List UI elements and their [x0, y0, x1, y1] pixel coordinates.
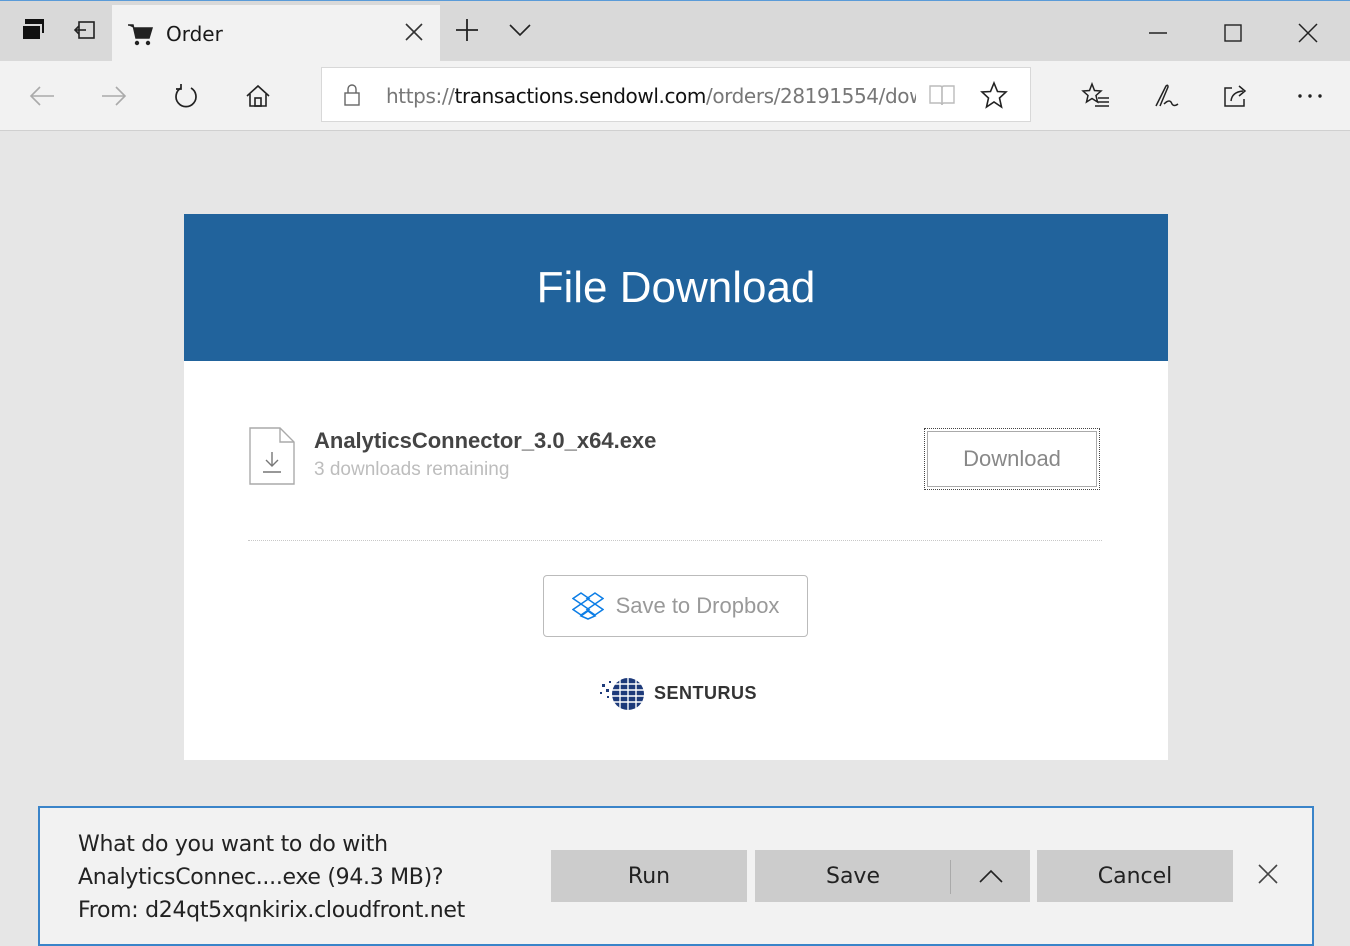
chevron-down-icon[interactable] [505, 15, 535, 45]
minimize-icon[interactable] [1136, 15, 1180, 51]
new-tab-icon[interactable] [452, 15, 482, 45]
save-options-button[interactable] [951, 850, 1030, 902]
maximize-icon[interactable] [1211, 15, 1255, 51]
url-text: https://transactions.sendowl.com/orders/… [386, 84, 916, 108]
dropbox-label: Save to Dropbox [615, 593, 780, 618]
more-options-icon[interactable] [1292, 78, 1328, 114]
chevron-up-icon [978, 869, 1003, 883]
navigation-bar: https://transactions.sendowl.com/orders/… [0, 61, 1350, 131]
senturus-logo: SENTURUS [598, 674, 757, 712]
refresh-icon[interactable] [168, 78, 204, 114]
download-card: File Download AnalyticsConnector_3.0_x64… [184, 214, 1168, 760]
favorite-star-icon[interactable] [980, 80, 1008, 114]
file-download-icon [248, 426, 296, 491]
forward-icon[interactable] [96, 78, 132, 114]
save-button[interactable]: Save [755, 850, 951, 902]
cart-icon [126, 21, 154, 52]
close-icon[interactable] [1256, 862, 1280, 891]
download-message-line2: AnalyticsConnec....exe (94.3 MB)? [78, 865, 444, 890]
tab-preview-icon[interactable] [18, 15, 48, 45]
downloads-remaining: 3 downloads remaining [314, 459, 510, 480]
tab-title: Order [166, 22, 223, 46]
download-button[interactable]: Download [924, 428, 1100, 490]
home-icon[interactable] [240, 78, 276, 114]
tab-order[interactable]: Order [112, 5, 440, 62]
favorites-hub-icon[interactable] [1078, 78, 1114, 114]
tab-bar: Order [0, 0, 1350, 62]
close-tab-icon[interactable] [402, 20, 426, 49]
download-message-line1: What do you want to do with [78, 832, 388, 857]
set-tabs-aside-icon[interactable] [70, 15, 100, 45]
share-icon[interactable] [1218, 78, 1254, 114]
back-icon[interactable] [24, 78, 60, 114]
run-button[interactable]: Run [551, 850, 747, 902]
web-note-pen-icon[interactable] [1148, 78, 1184, 114]
divider [248, 540, 1102, 541]
address-bar[interactable]: https://transactions.sendowl.com/orders/… [321, 67, 1031, 122]
reading-view-icon[interactable] [928, 83, 956, 112]
download-message-line3: From: d24qt5xqnkirix.cloudfront.net [78, 898, 465, 923]
download-notification-bar: What do you want to do with AnalyticsCon… [38, 806, 1314, 946]
download-message: What do you want to do with AnalyticsCon… [78, 828, 465, 927]
lock-icon [342, 83, 362, 112]
save-to-dropbox-button[interactable]: Save to Dropbox [543, 575, 808, 637]
file-name: AnalyticsConnector_3.0_x64.exe [314, 428, 657, 453]
window-close-icon[interactable] [1286, 15, 1330, 51]
button-separator [950, 860, 951, 894]
dropbox-icon [571, 592, 604, 620]
cancel-button[interactable]: Cancel [1037, 850, 1233, 902]
logo-text: SENTURUS [654, 682, 758, 703]
globe-logo-icon [600, 678, 644, 710]
page-title: File Download [184, 214, 1168, 361]
